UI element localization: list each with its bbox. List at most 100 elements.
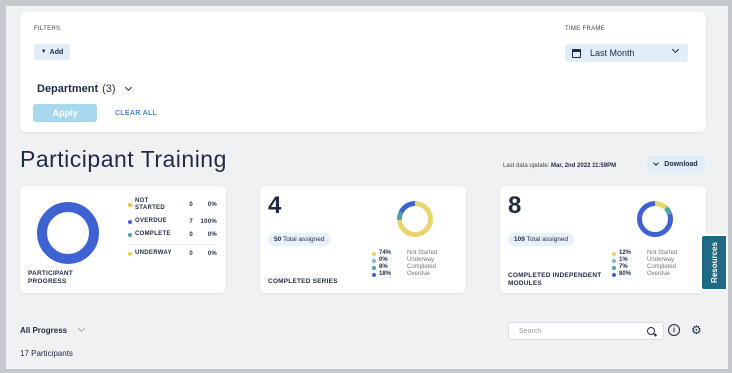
legend-dot (612, 258, 616, 263)
legend-name: Completed (407, 264, 437, 270)
legend-dot (372, 258, 376, 263)
page-title: Participant Training (20, 146, 227, 172)
resources-label: Resources (709, 242, 719, 283)
department-label: Department (37, 83, 99, 95)
legend-dot (612, 272, 616, 277)
search-icon[interactable] (647, 327, 655, 335)
filters-panel: FILTERS ▼ Add Department (3) Apply CLEAR… (20, 12, 706, 132)
legend-pct: 1% (619, 257, 628, 263)
timeframe-value: Last Month (590, 48, 635, 58)
timeframe-caption: TIME FRAME (565, 26, 605, 32)
legend-pct: 80% (619, 271, 632, 277)
legend-row: 74% Not Started (372, 250, 437, 257)
legend-pct: 7% (619, 264, 628, 270)
modules-total-label: Total assigned (526, 236, 569, 243)
legend-name: Underway (647, 257, 675, 263)
download-label: Download (664, 161, 698, 168)
legend-pct: 0% (379, 257, 388, 263)
legend-pct: 0% (207, 250, 217, 257)
legend-count: 0 (189, 202, 193, 208)
department-filter-dropdown[interactable]: Department (3) (37, 83, 132, 95)
add-filter-label: Add (49, 48, 64, 56)
legend-pct: 12% (619, 250, 632, 256)
legend-name: Underway (407, 257, 435, 263)
participant-progress-label-line1: PARTICIPANT (28, 270, 73, 277)
participant-progress-card: PARTICIPANT PROGRESS NOT STARTED 0 0% OV… (20, 186, 226, 293)
legend-row: 1% Underway (612, 257, 677, 264)
last-update-value: Mar, 2nd 2022 11:59PM (551, 163, 617, 169)
completed-series-label: COMPLETED SERIES (268, 278, 338, 285)
progress-filter-dropdown[interactable]: All Progress (20, 322, 100, 338)
apply-button[interactable]: Apply (33, 104, 97, 122)
completed-modules-label: COMPLETED INDEPENDENT MODULES (508, 272, 601, 288)
legend-name: Not Started (647, 250, 678, 256)
modules-legend: 12% Not Started 1% Underway 7% Completed 80… (612, 250, 677, 278)
legend-name: Not Started (407, 250, 438, 256)
legend-dot (372, 251, 376, 256)
series-total-assigned: 50 Total assigned (268, 233, 331, 246)
legend-count: 0 (189, 250, 193, 257)
completed-modules-number: 8 (508, 192, 522, 219)
add-filter-button[interactable]: ▼ Add (34, 44, 70, 60)
chevron-down-icon (671, 45, 680, 54)
completed-series-card: 4 50 Total assigned 74% Not Started 0% Und… (260, 186, 466, 293)
legend-name: Completed (647, 264, 677, 270)
legend-row: 7% Completed (612, 264, 677, 271)
filter-funnel-icon: ▼ (40, 49, 47, 55)
chevron-down-icon (653, 160, 660, 166)
completed-modules-label-line1: COMPLETED INDEPENDENT (508, 272, 602, 279)
department-count: (3) (102, 83, 116, 95)
last-data-update: Last data update: Mar, 2nd 2022 11:59PM (503, 163, 616, 169)
legend-name: UNDERWAY (135, 250, 172, 256)
clear-all-link[interactable]: CLEAR ALL (115, 110, 157, 117)
legend-dot (372, 265, 376, 270)
legend-pct: 74% (379, 250, 392, 256)
search-box (508, 322, 664, 340)
progress-slice-1 (37, 202, 99, 264)
legend-row: 80% Overdue (612, 271, 677, 278)
series-legend: 74% Not Started 0% Underway 8% Completed 18… (372, 250, 437, 278)
completed-modules-card: 8 109 Total assigned 12% Not Started 1% Un… (500, 186, 706, 293)
completed-series-donut (397, 201, 433, 237)
legend-name: Overdue (407, 271, 431, 277)
legend-pct: 100% (200, 218, 217, 225)
info-icon[interactable]: i (668, 324, 680, 336)
legend-pct: 0% (207, 202, 217, 208)
participants-count: 17 Participants (20, 349, 73, 358)
participant-progress-legend: NOT STARTED 0 0% OVERDUE 7 100% COMPLETE… (128, 198, 218, 263)
progress-filter-value: All Progress (20, 325, 68, 335)
legend-row-not-started: NOT STARTED 0 0% (128, 198, 218, 212)
legend-row-overdue: OVERDUE 7 100% (128, 218, 218, 225)
legend-dot (372, 272, 376, 277)
legend-dot (612, 251, 616, 256)
filters-caption: FILTERS (34, 26, 61, 32)
download-button[interactable]: Download (647, 156, 705, 173)
modules-total-assigned: 109 Total assigned (508, 233, 575, 246)
legend-dot (128, 232, 132, 237)
timeframe-dropdown[interactable]: Last Month (565, 44, 688, 62)
legend-separator (128, 244, 218, 245)
series-total-count: 50 (274, 236, 282, 243)
resources-tab[interactable]: Resources (700, 234, 728, 291)
legend-name: Overdue (647, 271, 671, 277)
legend-row-complete: COMPLETE 0 0% (128, 231, 218, 238)
last-update-label: Last data update: (503, 163, 550, 169)
legend-name: NOT STARTED (135, 198, 177, 212)
completed-modules-donut (637, 201, 673, 237)
participant-progress-label-line2: PROGRESS (28, 278, 67, 285)
legend-row: 0% Underway (372, 257, 437, 264)
participant-progress-donut (37, 202, 99, 264)
series-total-label: Total assigned (282, 236, 325, 243)
gear-icon[interactable]: ⚙ (691, 324, 702, 336)
legend-name-line1: NOT (135, 198, 149, 204)
completed-series-number: 4 (268, 192, 282, 219)
legend-count: 0 (189, 231, 193, 238)
legend-name: OVERDUE (135, 218, 167, 224)
search-input[interactable] (517, 326, 641, 336)
calendar-icon (572, 48, 581, 58)
legend-pct: 0% (207, 231, 217, 238)
legend-name: COMPLETE (135, 231, 171, 237)
legend-row: 12% Not Started (612, 250, 677, 257)
modules-total-count: 109 (514, 236, 525, 243)
chevron-down-icon (78, 324, 86, 333)
